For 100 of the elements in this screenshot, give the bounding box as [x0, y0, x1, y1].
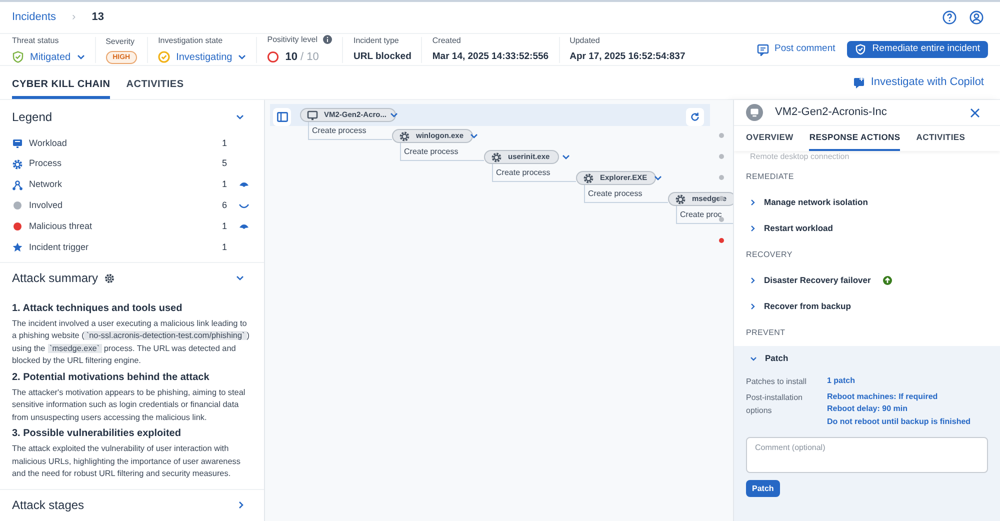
legend-count: 1 — [222, 220, 228, 233]
section-title: Attack summary — [12, 270, 98, 288]
help-icon[interactable] — [942, 10, 957, 25]
field-label: Positivity level — [267, 34, 318, 46]
clock-icon — [158, 51, 170, 63]
post-comment-button[interactable]: Post comment — [752, 42, 840, 57]
chevron-icon[interactable] — [236, 275, 244, 282]
legend-label: Workload — [29, 136, 67, 150]
chat-plus-icon — [852, 76, 865, 88]
refresh-button[interactable] — [686, 108, 704, 126]
action-item[interactable]: Restart workload — [764, 222, 833, 235]
user-icon[interactable] — [969, 10, 984, 25]
info-icon — [323, 35, 332, 44]
chevron-icon[interactable] — [76, 54, 85, 60]
gear-icon — [675, 194, 686, 204]
legend-count: 1 — [222, 178, 228, 192]
field-value: Mar 14, 2025 14:33:52:556 — [432, 50, 549, 64]
patch-button[interactable]: Patch — [746, 480, 780, 497]
chevron-icon[interactable] — [654, 175, 662, 181]
option-link[interactable]: Reboot delay: 90 min — [827, 403, 971, 416]
chevron-right-icon[interactable] — [750, 277, 756, 284]
chevron-icon[interactable] — [238, 54, 246, 60]
section-title: Attack stages — [12, 497, 84, 514]
chevron-down-icon[interactable] — [750, 356, 757, 362]
legend-label: Involved — [29, 199, 63, 212]
edge-label: Create process — [404, 146, 458, 158]
chevron-icon[interactable] — [470, 133, 478, 139]
tab[interactable]: OVERVIEW — [746, 126, 794, 150]
gear-icon — [583, 172, 594, 184]
breadcrumb-link[interactable]: Incidents — [12, 9, 56, 26]
chevron-icon[interactable] — [390, 112, 398, 118]
action-item[interactable]: Manage network isolation — [764, 196, 868, 209]
positivity-value: 10 / 10 — [285, 50, 319, 65]
chevron-icon[interactable] — [236, 114, 244, 120]
sidebar-icon — [276, 112, 288, 122]
action-item[interactable]: Recover from backup — [764, 300, 851, 313]
copilot-button[interactable]: Investigate with Copilot — [852, 74, 988, 91]
sidebar-toggle-button[interactable] — [273, 108, 291, 126]
group-title: REMEDIATE — [745, 171, 795, 183]
tab[interactable]: ACTIVITIES — [126, 66, 184, 99]
option-link[interactable]: 1 patch — [827, 374, 856, 387]
gear-icon — [104, 272, 116, 284]
edge-label: Create proc — [680, 209, 722, 221]
field-label: Threat status — [12, 34, 60, 46]
dot-icon — [12, 221, 23, 232]
summary-paragraph: The attacker's motivation appears to be phishing, aiming to steal sensitive information such as login credentials or financial data from unsuspecting users accessing the malicious link. — [12, 386, 246, 424]
field-label: Incident type — [353, 34, 400, 47]
option-label: Patches to install — [746, 376, 808, 388]
status-dropdown[interactable]: Mitigated — [30, 50, 85, 64]
summary-paragraph: The attack exploited the vulnerability of user interaction with malicious URLs, highlighting the importance of user awareness and the need for robust URL filtering and security measures. — [12, 443, 242, 480]
legend-count: 1 — [222, 136, 228, 150]
edge-label: Create process — [588, 188, 642, 200]
panel-title: VM2-Gen2-Acronis-Inc — [775, 105, 887, 120]
eye-closed-icon[interactable] — [239, 202, 249, 209]
star-icon — [12, 242, 23, 253]
shield-check-icon — [855, 44, 866, 55]
action-item[interactable]: Patch — [765, 352, 788, 365]
field-value: URL blocked — [353, 50, 412, 64]
summary-heading: 3. Possible vulnerabilities exploited — [12, 427, 182, 440]
group-title: RECOVERY — [745, 249, 794, 261]
eye-icon[interactable] — [239, 224, 249, 230]
dot-icon — [12, 200, 23, 212]
comment-field[interactable]: Comment (optional) — [746, 437, 988, 473]
summary-heading: 2. Potential motivations behind the attack — [12, 370, 210, 384]
option-label: Post-installation options — [746, 392, 804, 417]
group-title: PREVENT — [745, 327, 786, 339]
gear-icon — [399, 130, 410, 142]
legend-label: Network — [29, 178, 62, 192]
chevron-right-icon[interactable] — [750, 199, 756, 206]
legend-count: 6 — [222, 199, 228, 212]
shield-check-icon — [12, 51, 24, 63]
chevron-icon[interactable] — [562, 154, 570, 160]
field-label: Severity — [106, 36, 136, 48]
tab[interactable]: RESPONSE ACTIONS — [809, 126, 900, 150]
chevron-right-icon[interactable] — [750, 225, 756, 232]
network-icon — [12, 180, 23, 191]
monitor-icon — [12, 138, 23, 149]
breadcrumb-separator: › — [72, 10, 76, 26]
close-icon[interactable] — [970, 108, 980, 118]
field-label: Updated — [570, 34, 601, 47]
summary-heading: 1. Attack techniques and tools used — [12, 302, 184, 315]
option-link[interactable]: Do not reboot until backup is finished — [827, 416, 971, 428]
section-title: Legend — [12, 109, 52, 126]
gear-icon — [491, 152, 502, 162]
option-link[interactable]: Reboot machines: If required — [827, 390, 971, 403]
state-dropdown[interactable]: Investigating — [176, 50, 246, 64]
legend-label: Process — [29, 157, 62, 170]
eye-icon[interactable] — [239, 182, 249, 188]
action-item[interactable]: Disaster Recovery failover — [764, 274, 871, 287]
chevron-right-icon[interactable] — [750, 303, 756, 310]
legend-label: Incident trigger — [29, 240, 89, 254]
chevron-right-icon[interactable] — [238, 501, 244, 510]
remediate-button[interactable]: Remediate entire incident — [847, 41, 988, 58]
edge-label: Create process — [312, 125, 366, 137]
tab[interactable]: CYBER KILL CHAIN — [12, 66, 110, 99]
field-label: Created — [432, 34, 462, 47]
tab[interactable]: ACTIVITIES — [916, 126, 966, 150]
monitor-icon — [307, 110, 318, 120]
legend-count: 5 — [222, 157, 228, 170]
field-label: Investigation state — [158, 34, 224, 46]
